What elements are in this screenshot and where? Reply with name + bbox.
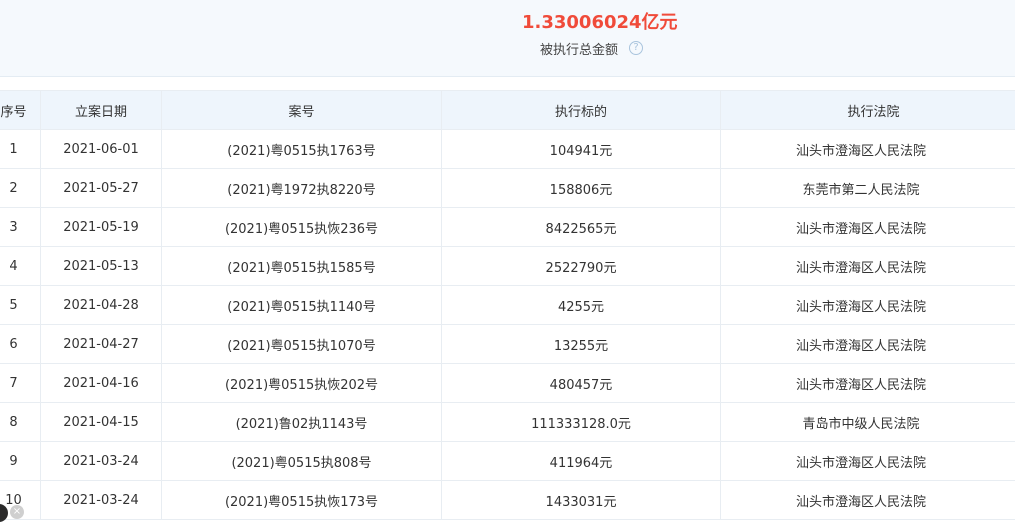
cell-filing-date: 2021-05-13: [40, 246, 162, 286]
avatar[interactable]: [0, 504, 8, 522]
cell-case-number: (2021)粤0515执1585号: [161, 246, 442, 286]
cell-execution-amount: 1433031元: [441, 480, 721, 520]
cell-case-number: (2021)粤0515执1140号: [161, 285, 442, 325]
cell-index: 4: [0, 246, 41, 286]
cell-execution-amount: 111333128.0元: [441, 402, 721, 442]
cell-execution-amount: 4255元: [441, 285, 721, 325]
cell-filing-date: 2021-03-24: [40, 480, 162, 520]
cell-execution-amount: 8422565元: [441, 207, 721, 247]
total-amount-label: 被执行总金额: [540, 43, 619, 58]
cell-case-number: (2021)粤0515执1763号: [161, 129, 442, 169]
cell-index: 9: [0, 441, 41, 481]
header-index: 序号: [0, 90, 41, 130]
cell-execution-amount: 2522790元: [441, 246, 721, 286]
header-execution-amount: 执行标的: [441, 90, 721, 130]
table-row: 9 2021-03-24 (2021)粤0515执808号 411964元 汕头…: [0, 441, 1015, 481]
cell-case-number: (2021)粤0515执恢173号: [161, 480, 442, 520]
cell-filing-date: 2021-04-16: [40, 363, 162, 403]
question-circle-icon[interactable]: ?: [629, 41, 643, 55]
floating-widget[interactable]: ×: [0, 501, 28, 523]
cell-index: 8: [0, 402, 41, 442]
cell-case-number: (2021)粤0515执1070号: [161, 324, 442, 364]
cell-filing-date: 2021-04-27: [40, 324, 162, 364]
cell-court: 汕头市澄海区人民法院: [720, 324, 1015, 364]
cell-execution-amount: 480457元: [441, 363, 721, 403]
cell-index: 6: [0, 324, 41, 364]
cell-filing-date: 2021-05-19: [40, 207, 162, 247]
table-row: 7 2021-04-16 (2021)粤0515执恢202号 480457元 汕…: [0, 363, 1015, 403]
cell-execution-amount: 104941元: [441, 129, 721, 169]
cell-index: 7: [0, 363, 41, 403]
header-case-number: 案号: [161, 90, 442, 130]
execution-records-table: 序号 立案日期 案号 执行标的 执行法院 1 2021-06-01 (2021)…: [0, 90, 1015, 520]
cell-execution-amount: 158806元: [441, 168, 721, 208]
table-row: 3 2021-05-19 (2021)粤0515执恢236号 8422565元 …: [0, 207, 1015, 247]
cell-court: 东莞市第二人民法院: [720, 168, 1015, 208]
cell-execution-amount: 411964元: [441, 441, 721, 481]
table-row: 5 2021-04-28 (2021)粤0515执1140号 4255元 汕头市…: [0, 285, 1015, 325]
cell-case-number: (2021)粤0515执808号: [161, 441, 442, 481]
cell-index: 1: [0, 129, 41, 169]
cell-court: 汕头市澄海区人民法院: [720, 285, 1015, 325]
cell-court: 汕头市澄海区人民法院: [720, 441, 1015, 481]
cell-filing-date: 2021-04-15: [40, 402, 162, 442]
table-row: 10 2021-03-24 (2021)粤0515执恢173号 1433031元…: [0, 480, 1015, 520]
cell-court: 汕头市澄海区人民法院: [720, 207, 1015, 247]
summary-panel: 1.33006024亿元 被执行总金额 ?: [0, 0, 1015, 77]
header-court: 执行法院: [720, 90, 1015, 130]
cell-court: 汕头市澄海区人民法院: [720, 129, 1015, 169]
table-row: 6 2021-04-27 (2021)粤0515执1070号 13255元 汕头…: [0, 324, 1015, 364]
cell-filing-date: 2021-03-24: [40, 441, 162, 481]
table-header-row: 序号 立案日期 案号 执行标的 执行法院: [0, 90, 1015, 130]
cell-filing-date: 2021-04-28: [40, 285, 162, 325]
table-row: 2 2021-05-27 (2021)粤1972执8220号 158806元 东…: [0, 168, 1015, 208]
cell-court: 青岛市中级人民法院: [720, 402, 1015, 442]
cell-case-number: (2021)粤0515执恢236号: [161, 207, 442, 247]
cell-index: 2: [0, 168, 41, 208]
table-row: 8 2021-04-15 (2021)鲁02执1143号 111333128.0…: [0, 402, 1015, 442]
cell-case-number: (2021)鲁02执1143号: [161, 402, 442, 442]
cell-execution-amount: 13255元: [441, 324, 721, 364]
close-icon[interactable]: ×: [10, 505, 24, 519]
cell-court: 汕头市澄海区人民法院: [720, 363, 1015, 403]
cell-index: 3: [0, 207, 41, 247]
cell-case-number: (2021)粤0515执恢202号: [161, 363, 442, 403]
cell-filing-date: 2021-05-27: [40, 168, 162, 208]
cell-index: 5: [0, 285, 41, 325]
cell-case-number: (2021)粤1972执8220号: [161, 168, 442, 208]
table-row: 1 2021-06-01 (2021)粤0515执1763号 104941元 汕…: [0, 129, 1015, 169]
cell-court: 汕头市澄海区人民法院: [720, 246, 1015, 286]
cell-court: 汕头市澄海区人民法院: [720, 480, 1015, 520]
table-row: 4 2021-05-13 (2021)粤0515执1585号 2522790元 …: [0, 246, 1015, 286]
cell-filing-date: 2021-06-01: [40, 129, 162, 169]
header-filing-date: 立案日期: [40, 90, 162, 130]
total-amount: 1.33006024亿元: [522, 12, 678, 33]
